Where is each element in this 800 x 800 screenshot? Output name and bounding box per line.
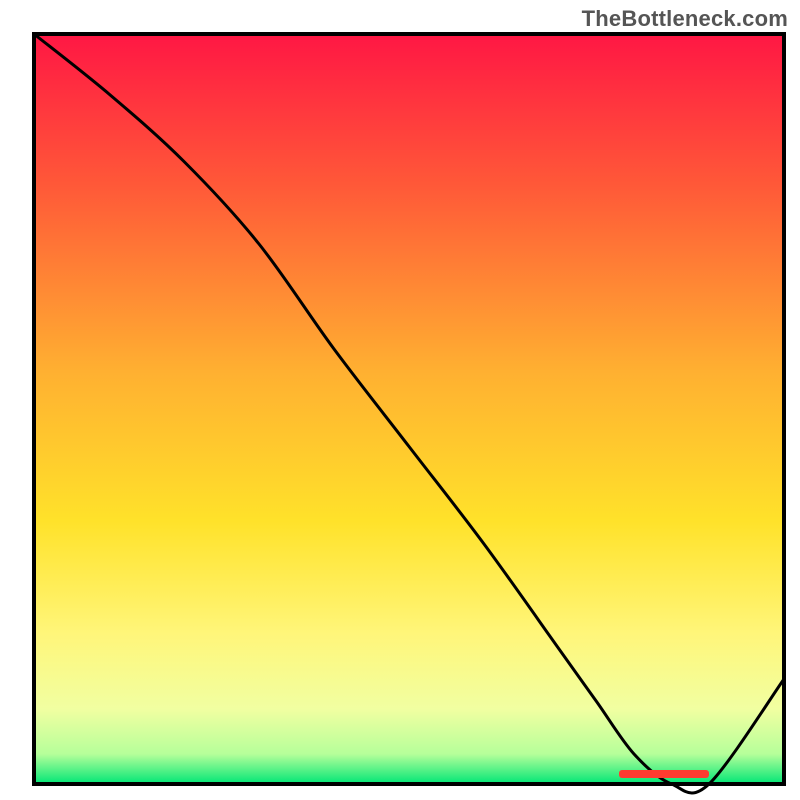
optimum-marker bbox=[619, 770, 709, 778]
bottleneck-chart bbox=[0, 0, 800, 800]
plot-background bbox=[34, 34, 784, 784]
attribution-link[interactable]: TheBottleneck.com bbox=[582, 6, 788, 32]
chart-container: TheBottleneck.com bbox=[0, 0, 800, 800]
